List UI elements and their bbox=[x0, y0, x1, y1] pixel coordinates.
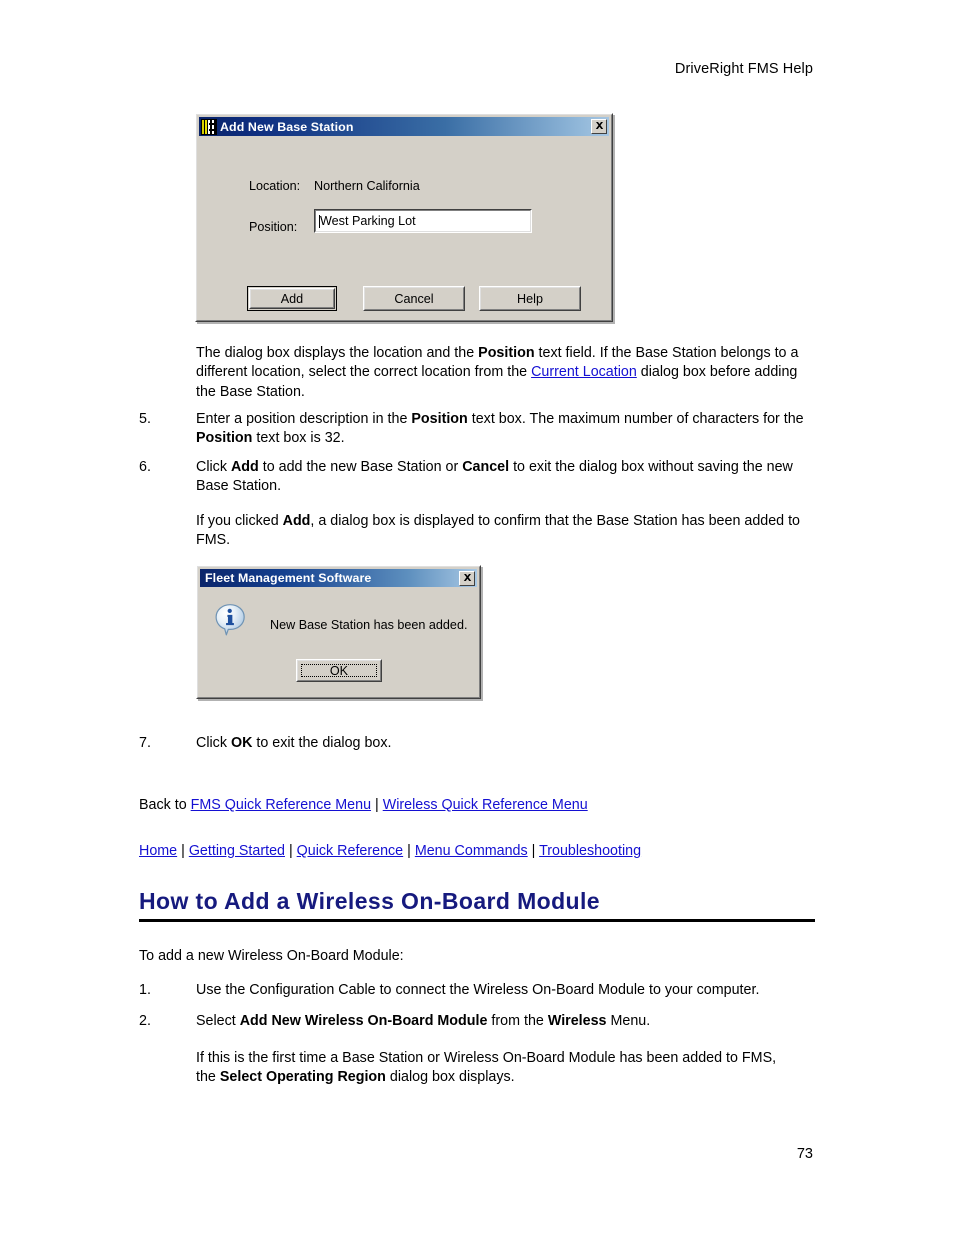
add-button[interactable]: Add bbox=[247, 286, 337, 311]
position-input-bevel: West Parking Lot bbox=[315, 210, 531, 232]
add-button-bevel: Add bbox=[250, 289, 334, 308]
step-5-part-1: Enter a position description in the bbox=[196, 411, 412, 427]
section-note: If this is the first time a Base Station… bbox=[196, 1049, 796, 1088]
nav-sep-2: | bbox=[284, 843, 297, 859]
close-icon[interactable] bbox=[459, 570, 475, 586]
cancel-button-label: Cancel bbox=[394, 291, 434, 306]
confirm-bold-add: Add bbox=[282, 513, 311, 529]
link-quick-reference[interactable]: Quick Reference bbox=[297, 843, 403, 859]
step-7-number: 7. bbox=[139, 735, 151, 751]
step-6-bold-2: Cancel bbox=[462, 459, 510, 475]
step-5-body: Enter a position description in the Posi… bbox=[196, 410, 819, 449]
help-button[interactable]: Help bbox=[479, 286, 581, 311]
base-station-icon bbox=[201, 118, 217, 135]
section-step-1-number: 1. bbox=[139, 982, 151, 998]
section-step-2-part-2: from the bbox=[487, 1013, 548, 1029]
section-step-2-part-1: Select bbox=[196, 1013, 240, 1029]
step-7-bold-ok: OK bbox=[230, 735, 253, 751]
paragraph-dialog-description: The dialog box displays the location and… bbox=[196, 344, 816, 402]
para-bold-position: Position bbox=[478, 345, 535, 361]
page-title: How to Add a Wireless On-Board Module bbox=[139, 888, 600, 914]
section-step-2: 2. Select Add New Wireless On-Board Modu… bbox=[139, 1012, 829, 1031]
close-glyph bbox=[463, 573, 471, 581]
step-5-bold-1: Position bbox=[411, 411, 468, 427]
para-part-1: The dialog box displays the location and… bbox=[196, 345, 479, 361]
close-icon[interactable] bbox=[591, 119, 607, 134]
link-getting-started[interactable]: Getting Started bbox=[189, 843, 285, 859]
section-step-2-part-3: Menu. bbox=[606, 1013, 651, 1029]
section-step-2-bold-2: Wireless bbox=[547, 1013, 607, 1029]
add-button-label: Add bbox=[280, 291, 304, 306]
section-intro: To add a new Wireless On-Board Module: bbox=[139, 948, 404, 964]
link-fms-quick-reference-menu[interactable]: FMS Quick Reference Menu bbox=[191, 797, 371, 813]
fms-confirmation-dialog: Fleet Management Software New Base Stati… bbox=[196, 565, 481, 699]
cancel-button-bevel: Cancel bbox=[364, 287, 464, 310]
confirmation-message: New Base Station has been added. bbox=[270, 618, 468, 632]
page-header: DriveRight FMS Help bbox=[674, 61, 813, 77]
section-step-2-number: 2. bbox=[139, 1013, 151, 1029]
back-to-links: Back to FMS Quick Reference Menu | Wirel… bbox=[139, 796, 839, 815]
section-note-part-2: dialog box displays. bbox=[385, 1069, 515, 1086]
step-6: 6. Click Add to add the new Base Station… bbox=[139, 458, 819, 497]
ok-button-label: OK bbox=[329, 663, 349, 678]
link-home[interactable]: Home bbox=[139, 843, 177, 859]
ok-button-bevel: OK bbox=[297, 660, 381, 681]
step-5-part-3: text box is 32. bbox=[252, 430, 345, 447]
dialog-titlebar: Add New Base Station bbox=[199, 117, 609, 136]
confirm-part-1: If you clicked bbox=[196, 513, 283, 529]
step-6-bold-1: Add bbox=[230, 459, 259, 475]
page-number: 73 bbox=[796, 1146, 813, 1162]
help-button-bevel: Help bbox=[480, 287, 580, 310]
step-6-number: 6. bbox=[139, 459, 151, 475]
footer-nav-links: Home | Getting Started | Quick Reference… bbox=[139, 842, 839, 861]
step-6-part-2: to add the new Base Station or bbox=[258, 459, 463, 475]
section-step-1: 1. Use the Configuration Cable to connec… bbox=[139, 981, 829, 1000]
step-7-part-2: to exit the dialog box. bbox=[252, 735, 392, 751]
back-to-separator: | bbox=[371, 797, 383, 813]
section-step-2-body: Select Add New Wireless On-Board Module … bbox=[196, 1012, 829, 1031]
section-step-1-body: Use the Configuration Cable to connect t… bbox=[196, 982, 760, 998]
step-7: 7. Click OK to exit the dialog box. bbox=[139, 734, 819, 753]
position-input[interactable]: West Parking Lot bbox=[314, 209, 532, 233]
link-wireless-quick-reference-menu[interactable]: Wireless Quick Reference Menu bbox=[383, 797, 588, 813]
cancel-button[interactable]: Cancel bbox=[363, 286, 465, 311]
link-current-location[interactable]: Current Location bbox=[531, 364, 637, 380]
step-7-part-1: Click bbox=[196, 735, 231, 751]
dialog2-titlebar: Fleet Management Software bbox=[200, 569, 477, 587]
section-note-bold-1: Select Operating Region bbox=[219, 1069, 386, 1086]
position-label: Position: bbox=[249, 220, 298, 234]
step-7-body: Click OK to exit the dialog box. bbox=[196, 734, 819, 753]
location-label: Location: bbox=[249, 179, 301, 193]
dialog2-title: Fleet Management Software bbox=[205, 571, 372, 585]
step-6-body: Click Add to add the new Base Station or… bbox=[196, 458, 819, 497]
add-button-face: Add bbox=[249, 288, 335, 309]
heading-divider bbox=[139, 919, 815, 922]
step-5-part-2: text box. The maximum number of characte… bbox=[467, 411, 804, 427]
step-6-part-1: Click bbox=[196, 459, 231, 475]
paragraph-confirm: If you clicked Add, a dialog box is disp… bbox=[196, 512, 816, 551]
section-step-2-bold-1: Add New Wireless On-Board Module bbox=[239, 1013, 488, 1029]
step-5: 5. Enter a position description in the P… bbox=[139, 410, 819, 449]
information-icon bbox=[215, 604, 245, 636]
step-5-bold-2: Position bbox=[196, 430, 253, 447]
nav-sep-1: | bbox=[177, 843, 189, 859]
nav-sep-4: | bbox=[527, 843, 540, 859]
step-5-number: 5. bbox=[139, 411, 151, 427]
add-new-base-station-dialog: Add New Base Station Location: Northern … bbox=[195, 113, 613, 322]
nav-sep-3: | bbox=[403, 843, 415, 859]
link-troubleshooting[interactable]: Troubleshooting bbox=[539, 843, 641, 859]
help-button-label: Help bbox=[517, 291, 543, 306]
ok-button[interactable]: OK bbox=[296, 659, 382, 682]
position-input-value: West Parking Lot bbox=[320, 214, 416, 228]
document-page: DriveRight FMS Help Add New Base Station bbox=[0, 0, 954, 1235]
location-value: Northern California bbox=[314, 179, 420, 193]
back-to-prefix: Back to bbox=[139, 797, 191, 813]
close-glyph bbox=[595, 122, 603, 129]
link-menu-commands[interactable]: Menu Commands bbox=[415, 843, 528, 859]
dialog-title: Add New Base Station bbox=[220, 119, 354, 134]
